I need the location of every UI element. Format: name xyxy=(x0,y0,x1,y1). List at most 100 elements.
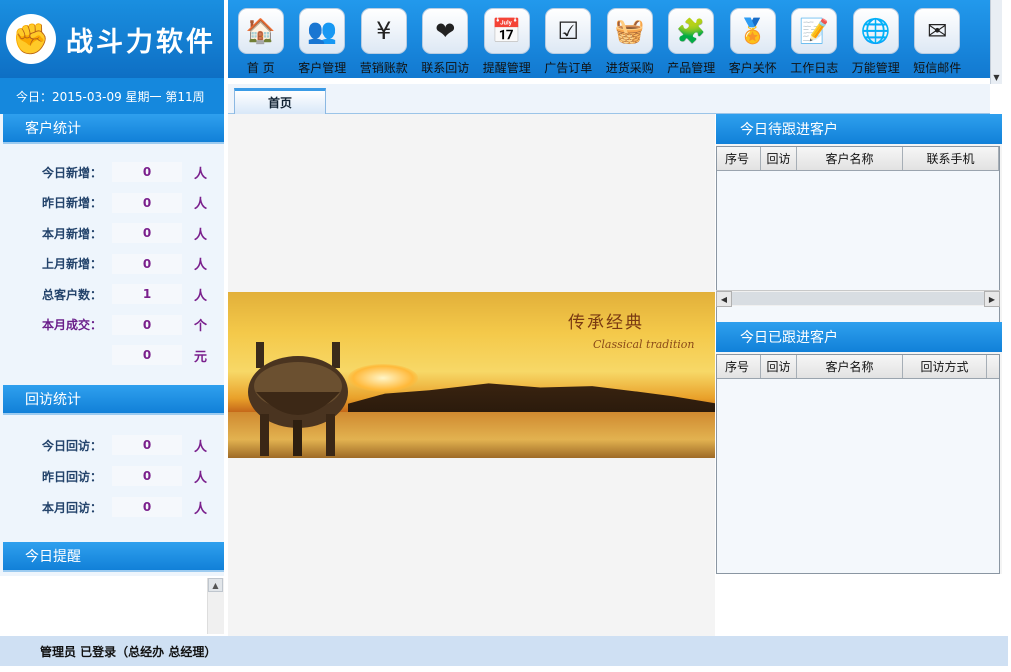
stat-row: 0元 xyxy=(0,344,224,366)
nav-label[interactable]: 短信邮件 xyxy=(913,59,961,76)
globe-icon[interactable]: 🌐 xyxy=(852,8,899,54)
pending-hscrollbar[interactable]: ◀ ▶ xyxy=(716,290,1000,307)
reminder-list[interactable] xyxy=(0,576,224,636)
stat-value: 0 xyxy=(112,192,182,213)
basket-icon[interactable]: 🧺 xyxy=(606,8,653,54)
tab-home[interactable]: 首页 xyxy=(234,88,326,114)
heart-icon[interactable]: ❤ xyxy=(422,8,469,54)
column-header[interactable]: 回访 xyxy=(761,355,797,378)
nav-label[interactable]: 工作日志 xyxy=(790,59,838,76)
stat-label: 今日新增： xyxy=(41,165,102,180)
column-header[interactable]: 回访方式 xyxy=(903,355,987,378)
stat-label: 本月回访： xyxy=(41,500,102,515)
house-icon[interactable]: 🏠 xyxy=(237,8,284,54)
stat-unit: 人 xyxy=(194,227,208,243)
nav-item-3[interactable]: ❤ 联系回访 xyxy=(415,0,477,78)
stat-value: 0 xyxy=(112,435,182,455)
scroll-thumb[interactable] xyxy=(732,292,984,305)
stat-value: 0 xyxy=(112,253,182,274)
nav-item-4[interactable]: 📅 提醒管理 xyxy=(476,0,538,78)
column-header[interactable]: 回访 xyxy=(761,147,797,170)
stat-value: 0 xyxy=(112,314,182,335)
stat-unit: 人 xyxy=(194,288,208,304)
customer-stats-header: 客户统计 xyxy=(3,114,224,144)
scroll-right-icon[interactable]: ▶ xyxy=(984,291,1000,307)
nav-label[interactable]: 营销账款 xyxy=(360,59,408,76)
status-bar: 管理员 已登录（总经办 总经理） xyxy=(0,636,1008,666)
nav-label[interactable]: 客户关怀 xyxy=(729,59,777,76)
reminder-scrollbar[interactable]: ▲ xyxy=(207,578,224,634)
stat-value: 0 xyxy=(112,497,182,517)
stat-label: 本月成交： xyxy=(41,318,102,332)
medal-icon[interactable]: 🏅 xyxy=(729,8,776,54)
bronze-ding-icon xyxy=(248,342,348,456)
nav-item-2[interactable]: ¥ 营销账款 xyxy=(353,0,415,78)
reminder-header: 今日提醒 xyxy=(3,542,224,572)
nav-scroll-button[interactable]: ▼ xyxy=(990,0,1002,84)
nav-item-7[interactable]: 🧩 产品管理 xyxy=(661,0,723,78)
nav-label[interactable]: 广告订单 xyxy=(544,59,592,76)
followed-customers-grid[interactable]: 序号 回访 客户名称 回访方式 xyxy=(716,354,1000,574)
nav-label[interactable]: 联系回访 xyxy=(421,59,469,76)
app-logo: ✊ 战斗力软件 xyxy=(0,0,224,78)
calendar-icon[interactable]: 📅 xyxy=(483,8,530,54)
column-header[interactable]: 序号 xyxy=(717,147,761,170)
column-header[interactable]: 序号 xyxy=(717,355,761,378)
followed-customers-header: 今日已跟进客户 xyxy=(716,322,1002,352)
column-header[interactable]: 联系手机 xyxy=(903,147,999,170)
yen-icon[interactable]: ¥ xyxy=(360,8,407,54)
stat-row: 本月回访： 0 人 xyxy=(0,496,224,518)
nav-item-6[interactable]: 🧺 进货采购 xyxy=(599,0,661,78)
top-navigation: 🏠 首 页 👥 客户管理 ¥ 营销账款 ❤ 联系回访 📅 提醒管理 ☑ 广告订单 🧺 进货采购 🧩 产品管理 🏅… xyxy=(228,0,990,78)
stat-label: 昨日回访： xyxy=(41,469,102,484)
stat-unit: 人 xyxy=(194,470,208,486)
envelope-icon[interactable]: ✉ xyxy=(914,8,961,54)
nav-item-10[interactable]: 🌐 万能管理 xyxy=(845,0,907,78)
stat-row: 昨日回访： 0 人 xyxy=(0,465,224,487)
nav-label[interactable]: 客户管理 xyxy=(298,59,346,76)
nav-item-0[interactable]: 🏠 首 页 xyxy=(230,0,292,78)
column-header[interactable]: 客户名称 xyxy=(797,355,903,378)
app-window: ✊ 战斗力软件 🏠 首 页 👥 客户管理 ¥ 营销账款 ❤ 联系回访 📅 提醒管理 ☑ 广告订单 🧺 进货… xyxy=(0,0,1011,672)
nav-label[interactable]: 万能管理 xyxy=(852,59,900,76)
stat-unit: 人 xyxy=(194,258,208,273)
nav-label[interactable]: 进货采购 xyxy=(606,59,654,76)
stat-row: 昨日新增： 0 人 xyxy=(0,192,224,214)
column-header[interactable]: 客户名称 xyxy=(797,147,903,170)
notepad-icon[interactable]: 📝 xyxy=(791,8,838,54)
fist-logo-icon: ✊ xyxy=(6,14,56,64)
nav-label[interactable]: 提醒管理 xyxy=(483,59,531,76)
nav-item-11[interactable]: ✉ 短信邮件 xyxy=(907,0,969,78)
product-icon[interactable]: 🧩 xyxy=(668,8,715,54)
nav-item-8[interactable]: 🏅 客户关怀 xyxy=(722,0,784,78)
main-content: 传承经典 Classical tradition xyxy=(228,114,715,636)
stat-label: 上月新增： xyxy=(41,257,102,271)
date-bar: 今日：2015-03-09 星期一 第11周 xyxy=(0,78,224,114)
stat-unit: 元 xyxy=(194,349,208,365)
stat-unit: 个 xyxy=(194,319,208,334)
checkbox-icon[interactable]: ☑ xyxy=(545,8,592,54)
stat-label: 昨日新增： xyxy=(41,196,102,210)
stat-label: 本月新增： xyxy=(41,226,102,241)
tab-bar: 首页 xyxy=(228,84,990,114)
nav-item-9[interactable]: 📝 工作日志 xyxy=(784,0,846,78)
followed-grid-header: 序号 回访 客户名称 回访方式 xyxy=(717,355,999,379)
customer-icon[interactable]: 👥 xyxy=(299,8,346,54)
left-sidebar: 客户统计 今日新增： 0 人昨日新增： 0 人本月新增： 0 人上月新增： 0 人总客户数： 1 人… xyxy=(0,114,224,636)
stat-row: 今日新增： 0 人 xyxy=(0,161,224,183)
visit-stats-header: 回访统计 xyxy=(3,385,224,415)
banner-title: 传承经典 xyxy=(568,313,644,333)
right-panel: 今日待跟进客户 序号 回访 客户名称 联系手机 ◀ ▶ 今日已跟进客户 序号 回访 客户名… xyxy=(716,114,1002,574)
stat-label: 今日回访： xyxy=(41,438,102,453)
stat-unit: 人 xyxy=(194,439,208,455)
stat-value: 0 xyxy=(112,466,182,486)
nav-label[interactable]: 首 页 xyxy=(247,59,275,76)
stat-row: 本月成交： 0 个 xyxy=(0,314,224,336)
stat-row: 今日回访： 0 人 xyxy=(0,434,224,456)
scroll-left-icon[interactable]: ◀ xyxy=(716,291,732,307)
nav-label[interactable]: 产品管理 xyxy=(667,59,715,76)
nav-item-5[interactable]: ☑ 广告订单 xyxy=(538,0,600,78)
nav-item-1[interactable]: 👥 客户管理 xyxy=(292,0,354,78)
pending-grid-header: 序号 回访 客户名称 联系手机 xyxy=(717,147,999,171)
scroll-up-icon[interactable]: ▲ xyxy=(208,578,223,592)
